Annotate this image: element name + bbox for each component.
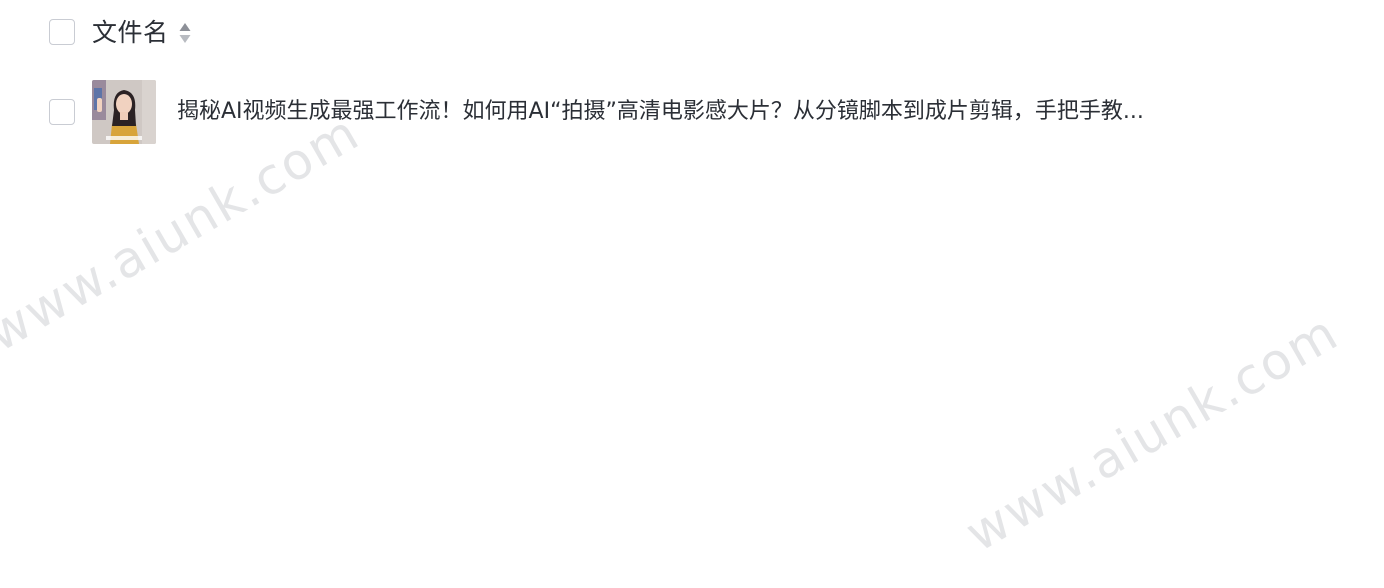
row-checkbox[interactable] <box>49 99 75 125</box>
table-header: 文件名 <box>0 0 1384 66</box>
table-row[interactable]: 揭秘AI视频生成最强工作流！如何用AI“拍摄”高清电影感大片？从分镜脚本到成片剪… <box>0 72 1384 152</box>
watermark-text: www.aiunk.com <box>956 303 1349 563</box>
file-list-page: 文件名 揭秘AI视频生成最强工作流！如何用AI“拍摄”高清电影感大片？从分镜脚本… <box>0 0 1384 588</box>
column-title-filename: 文件名 <box>92 18 169 47</box>
select-all-checkbox[interactable] <box>49 19 75 45</box>
sort-icon[interactable] <box>178 21 192 45</box>
video-thumbnail[interactable] <box>92 80 156 144</box>
file-name[interactable]: 揭秘AI视频生成最强工作流！如何用AI“拍摄”高清电影感大片？从分镜脚本到成片剪… <box>177 96 1257 128</box>
